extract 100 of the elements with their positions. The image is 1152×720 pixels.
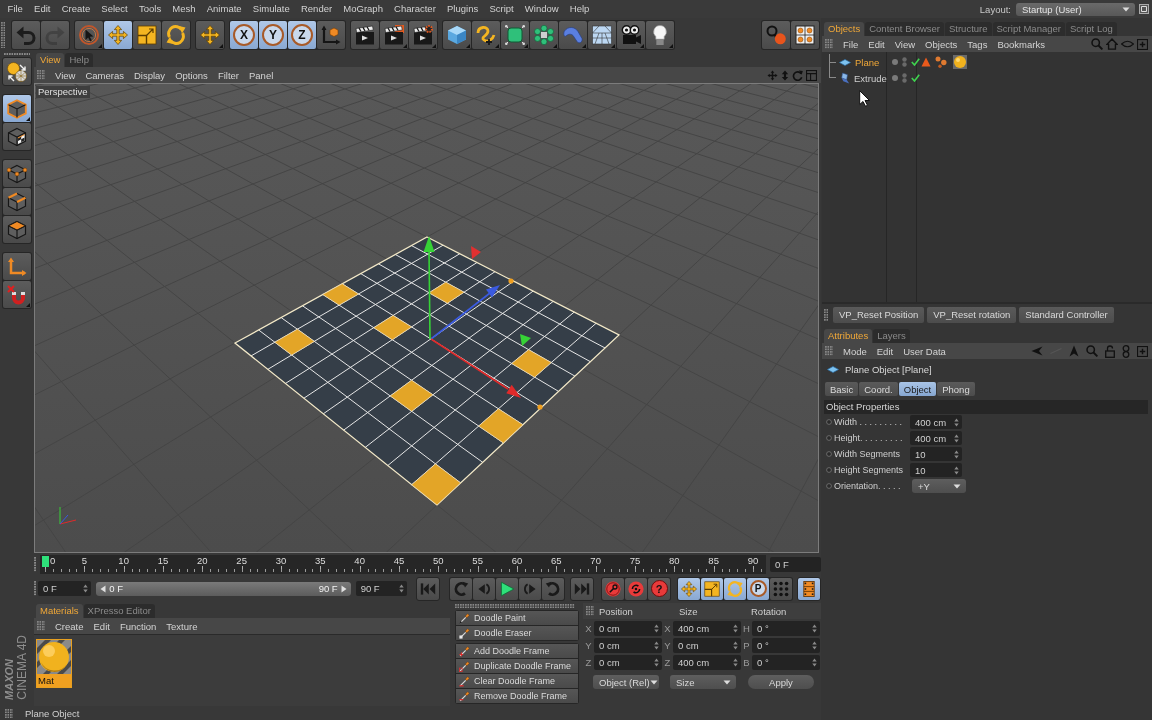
right-arrow-icon[interactable] (340, 584, 347, 593)
check-icon[interactable] (911, 58, 920, 66)
last-tool-button[interactable] (195, 20, 225, 50)
grip-handle-icon[interactable] (37, 621, 45, 631)
value-field[interactable]: 10 (910, 447, 962, 461)
menu-item[interactable]: Select (95, 2, 134, 16)
section-tab[interactable]: Coord. (859, 382, 898, 396)
go-to-end-button[interactable] (570, 576, 594, 601)
spin-arrows-icon[interactable] (954, 465, 959, 475)
panel-tab[interactable]: Layers (873, 329, 910, 343)
grip-handle-icon[interactable] (37, 70, 45, 80)
grip-handle-icon[interactable] (824, 308, 828, 321)
panel-tab[interactable]: Objects (824, 22, 865, 36)
section-tab[interactable]: Basic (825, 382, 859, 396)
edges-mode-button[interactable] (2, 188, 31, 215)
key-dot-icon[interactable] (826, 435, 832, 441)
menu-item[interactable]: File (838, 38, 864, 50)
menu-item[interactable]: Animate (201, 2, 248, 16)
triangle-tag-icon[interactable] (921, 57, 931, 67)
grip-handle-icon[interactable] (586, 606, 594, 616)
spin-arrows-icon[interactable] (654, 657, 659, 667)
spin-arrows-icon[interactable] (83, 584, 89, 593)
selection-tool-button[interactable] (75, 21, 103, 49)
texture-mode-button[interactable] (2, 123, 31, 150)
polygons-mode-button[interactable] (2, 216, 31, 243)
grip-handle-icon[interactable] (825, 39, 833, 49)
axis-mode-button[interactable] (2, 253, 31, 280)
grip-handle-icon[interactable] (3, 53, 30, 56)
grip-handle-icon[interactable] (1, 22, 5, 48)
menu-item[interactable]: User Data (898, 345, 951, 357)
menu-item[interactable]: Options (170, 69, 213, 81)
spin-arrows-icon[interactable] (954, 417, 959, 427)
coordinate-field[interactable]: 0 cm (594, 637, 662, 653)
light-button[interactable] (646, 21, 674, 49)
render-picture-button[interactable] (380, 21, 408, 49)
section-tab[interactable]: Phong (937, 382, 975, 396)
viewport[interactable]: Perspective (34, 83, 819, 553)
key-dot-icon[interactable] (826, 419, 832, 425)
coordinate-field[interactable]: 0 ° (752, 637, 820, 653)
coordinate-field[interactable]: 0 cm (594, 620, 662, 636)
menu-item[interactable]: Mesh (166, 2, 202, 16)
key-dot-icon[interactable] (826, 483, 832, 489)
scale-key-button[interactable] (701, 577, 723, 600)
menu-item[interactable]: Bookmarks (992, 38, 1050, 50)
spin-arrows-icon[interactable] (812, 657, 817, 667)
menu-item[interactable]: Edit (28, 2, 57, 16)
coordinate-field[interactable]: 400 cm (673, 620, 741, 636)
value-field[interactable]: 400 cm (910, 415, 962, 429)
axis-handle[interactable] (520, 334, 531, 346)
command-button[interactable]: Clear Doodle Frame (456, 674, 578, 688)
panel-tab[interactable]: Structure (945, 22, 992, 36)
material-swatch[interactable]: Mat (36, 639, 72, 688)
grip-handle-icon[interactable] (825, 346, 833, 356)
spin-arrows-icon[interactable] (733, 657, 738, 667)
menu-item[interactable]: Plugins (441, 2, 484, 16)
size-handle[interactable] (537, 404, 543, 410)
panel-tab[interactable]: Help (65, 53, 93, 67)
spin-arrows-icon[interactable] (733, 623, 738, 633)
menu-item[interactable]: Tags (962, 38, 993, 50)
undo-button[interactable] (12, 21, 40, 49)
render-view-button[interactable] (351, 21, 379, 49)
grip-handle-icon[interactable] (5, 708, 13, 718)
left-arrow-icon[interactable] (100, 584, 107, 593)
object-name[interactable]: Extrude (854, 72, 887, 84)
menu-item[interactable]: Edit (88, 620, 115, 632)
menu-item[interactable]: Tools (133, 2, 167, 16)
end-frame-field[interactable]: 90 F (355, 581, 407, 596)
script-button[interactable]: VP_Reset rotation (927, 306, 1017, 323)
spin-arrows-icon[interactable] (954, 433, 959, 443)
start-frame-field[interactable]: 0 F (38, 581, 92, 596)
coordinate-field[interactable]: 400 cm (673, 654, 741, 670)
coordinate-field[interactable]: 0 ° (752, 620, 820, 636)
menu-item[interactable]: Render (295, 2, 338, 16)
menu-item[interactable]: Display (128, 69, 171, 81)
menu-item[interactable]: Character (388, 2, 442, 16)
spin-arrows-icon[interactable] (654, 640, 659, 650)
z-axis-button[interactable]: Z (288, 21, 316, 49)
panel-tab[interactable]: XPresso Editor (83, 604, 155, 618)
value-field[interactable]: 10 (910, 463, 962, 477)
points-mode-button[interactable] (2, 160, 31, 187)
spin-arrows-icon[interactable] (812, 623, 817, 633)
menu-item[interactable]: Window (519, 2, 565, 16)
panel-tab[interactable]: Content Browser (865, 22, 944, 36)
axis-handle[interactable] (471, 246, 481, 259)
menu-item[interactable]: Texture (161, 620, 203, 632)
timeline-button[interactable] (797, 576, 821, 601)
script-button[interactable]: VP_Reset Position (833, 306, 925, 323)
command-button[interactable]: Doodle Paint (456, 611, 578, 625)
menu-item[interactable]: Panel (244, 69, 279, 81)
x-axis-button[interactable]: X (230, 21, 258, 49)
menu-item[interactable]: File (2, 2, 29, 16)
value-field[interactable]: 400 cm (910, 431, 962, 445)
grip-handle-icon[interactable] (34, 581, 37, 596)
menu-item[interactable]: Mode (838, 345, 872, 357)
play-button[interactable] (496, 577, 518, 600)
z-axis-arrow[interactable] (430, 285, 500, 340)
size-dropdown[interactable]: Size (670, 675, 736, 689)
size-handle[interactable] (508, 278, 514, 284)
script-button[interactable]: Standard Controller (1019, 306, 1114, 323)
render-settings-button[interactable] (409, 21, 437, 49)
